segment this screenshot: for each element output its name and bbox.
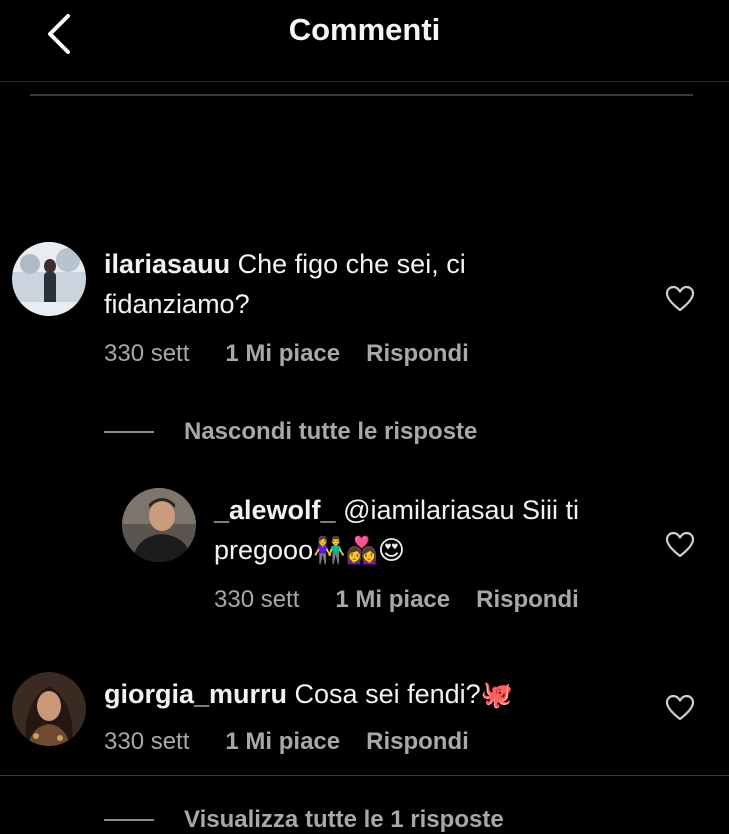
reply-button[interactable]: Rispondi <box>366 340 469 367</box>
comment-username[interactable]: ilariasauu <box>104 249 230 279</box>
comment-timestamp: 330 sett <box>104 728 190 755</box>
comment-meta: 330 sett 1 Mi piace Rispondi <box>104 340 469 368</box>
divider <box>104 431 154 433</box>
heart-outline-icon <box>665 285 695 312</box>
like-button[interactable] <box>665 694 695 722</box>
comment-username[interactable]: _alewolf_ <box>214 495 336 525</box>
comment-meta: 330 sett 1 Mi piace Rispondi <box>104 728 469 756</box>
likes-count[interactable]: 1 Mi piace <box>335 586 450 613</box>
comment-username[interactable]: giorgia_murru <box>104 679 287 709</box>
reply-button[interactable]: Rispondi <box>366 728 469 755</box>
divider <box>104 819 154 821</box>
divider <box>0 775 729 776</box>
like-button[interactable] <box>665 285 695 313</box>
comment-text: Cosa sei fendi? <box>294 679 481 709</box>
avatar[interactable] <box>12 242 86 316</box>
comment-emojis: 👫👩‍❤️‍👩😍 <box>313 535 405 565</box>
heart-outline-icon <box>665 694 695 721</box>
hide-replies-label: Nascondi tutte le risposte <box>184 418 478 445</box>
comment-timestamp: 330 sett <box>104 340 190 367</box>
likes-count[interactable]: 1 Mi piace <box>225 728 340 755</box>
header-bar: Commenti <box>0 0 729 82</box>
view-replies-toggle[interactable]: Visualizza tutte le 1 risposte <box>104 806 504 834</box>
view-replies-label: Visualizza tutte le 1 risposte <box>184 806 504 833</box>
likes-count[interactable]: 1 Mi piace <box>225 340 340 367</box>
like-button[interactable] <box>665 531 695 559</box>
page-title: Commenti <box>288 12 441 47</box>
comment-timestamp: 330 sett <box>214 586 300 613</box>
reply-button[interactable]: Rispondi <box>476 586 579 613</box>
hide-replies-toggle[interactable]: Nascondi tutte le risposte <box>104 418 477 446</box>
divider <box>30 94 693 96</box>
comment-meta: 330 sett 1 Mi piace Rispondi <box>214 586 579 614</box>
comment-emojis: 🐙 <box>480 679 514 709</box>
avatar[interactable] <box>122 488 196 562</box>
avatar[interactable] <box>12 672 86 746</box>
heart-outline-icon <box>665 531 695 558</box>
